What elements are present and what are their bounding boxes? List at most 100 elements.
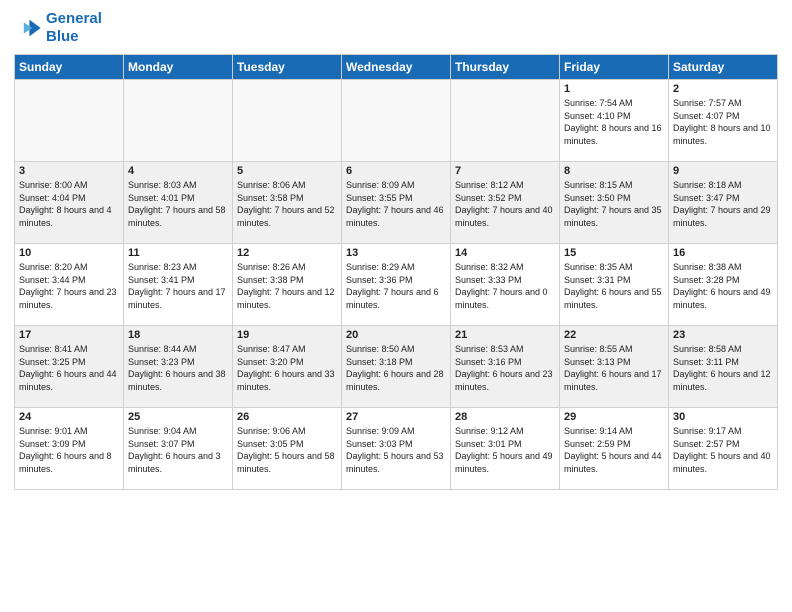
calendar-cell bbox=[124, 80, 233, 162]
day-of-week-header-row: SundayMondayTuesdayWednesdayThursdayFrid… bbox=[15, 55, 778, 80]
day-info: Sunrise: 8:26 AM Sunset: 3:38 PM Dayligh… bbox=[237, 261, 337, 311]
day-info: Sunrise: 8:18 AM Sunset: 3:47 PM Dayligh… bbox=[673, 179, 773, 229]
calendar-cell: 14 Sunrise: 8:32 AM Sunset: 3:33 PM Dayli… bbox=[451, 244, 560, 326]
calendar-week-row: 24 Sunrise: 9:01 AM Sunset: 3:09 PM Dayli… bbox=[15, 408, 778, 490]
day-info: Sunrise: 8:20 AM Sunset: 3:44 PM Dayligh… bbox=[19, 261, 119, 311]
day-info: Sunrise: 8:32 AM Sunset: 3:33 PM Dayligh… bbox=[455, 261, 555, 311]
day-info: Sunrise: 8:06 AM Sunset: 3:58 PM Dayligh… bbox=[237, 179, 337, 229]
day-info: Sunrise: 8:55 AM Sunset: 3:13 PM Dayligh… bbox=[564, 343, 664, 393]
day-info: Sunrise: 8:38 AM Sunset: 3:28 PM Dayligh… bbox=[673, 261, 773, 311]
day-info: Sunrise: 8:58 AM Sunset: 3:11 PM Dayligh… bbox=[673, 343, 773, 393]
day-number: 16 bbox=[673, 247, 773, 259]
day-info: Sunrise: 7:57 AM Sunset: 4:07 PM Dayligh… bbox=[673, 97, 773, 147]
day-number: 14 bbox=[455, 247, 555, 259]
calendar-cell: 7 Sunrise: 8:12 AM Sunset: 3:52 PM Daylig… bbox=[451, 162, 560, 244]
day-number: 10 bbox=[19, 247, 119, 259]
logo-text: General Blue bbox=[46, 10, 102, 46]
day-number: 25 bbox=[128, 411, 228, 423]
day-number: 21 bbox=[455, 329, 555, 341]
calendar-cell: 16 Sunrise: 8:38 AM Sunset: 3:28 PM Dayli… bbox=[669, 244, 778, 326]
day-info: Sunrise: 9:14 AM Sunset: 2:59 PM Dayligh… bbox=[564, 425, 664, 475]
day-info: Sunrise: 8:50 AM Sunset: 3:18 PM Dayligh… bbox=[346, 343, 446, 393]
day-of-week-thursday: Thursday bbox=[451, 55, 560, 80]
day-info: Sunrise: 9:06 AM Sunset: 3:05 PM Dayligh… bbox=[237, 425, 337, 475]
day-number: 23 bbox=[673, 329, 773, 341]
day-info: Sunrise: 9:04 AM Sunset: 3:07 PM Dayligh… bbox=[128, 425, 228, 475]
day-number: 5 bbox=[237, 165, 337, 177]
calendar-cell: 13 Sunrise: 8:29 AM Sunset: 3:36 PM Dayli… bbox=[342, 244, 451, 326]
day-number: 26 bbox=[237, 411, 337, 423]
day-number: 28 bbox=[455, 411, 555, 423]
day-of-week-wednesday: Wednesday bbox=[342, 55, 451, 80]
day-number: 6 bbox=[346, 165, 446, 177]
calendar-week-row: 1 Sunrise: 7:54 AM Sunset: 4:10 PM Daylig… bbox=[15, 80, 778, 162]
calendar-cell: 5 Sunrise: 8:06 AM Sunset: 3:58 PM Daylig… bbox=[233, 162, 342, 244]
day-number: 27 bbox=[346, 411, 446, 423]
calendar-cell: 12Sunrise: 8:26 AM Sunset: 3:38 PM Dayli… bbox=[233, 244, 342, 326]
day-info: Sunrise: 8:03 AM Sunset: 4:01 PM Dayligh… bbox=[128, 179, 228, 229]
calendar-cell: 10 Sunrise: 8:20 AM Sunset: 3:44 PM Dayli… bbox=[15, 244, 124, 326]
day-info: Sunrise: 8:00 AM Sunset: 4:04 PM Dayligh… bbox=[19, 179, 119, 229]
day-number: 8 bbox=[564, 165, 664, 177]
calendar-cell bbox=[342, 80, 451, 162]
calendar-cell: 22 Sunrise: 8:55 AM Sunset: 3:13 PM Dayli… bbox=[560, 326, 669, 408]
logo: General Blue bbox=[14, 10, 102, 46]
calendar-cell: 9 Sunrise: 8:18 AM Sunset: 3:47 PM Daylig… bbox=[669, 162, 778, 244]
day-info: Sunrise: 8:35 AM Sunset: 3:31 PM Dayligh… bbox=[564, 261, 664, 311]
calendar-cell: 28 Sunrise: 9:12 AM Sunset: 3:01 PM Dayli… bbox=[451, 408, 560, 490]
day-number: 3 bbox=[19, 165, 119, 177]
calendar-cell: 30 Sunrise: 9:17 AM Sunset: 2:57 PM Dayli… bbox=[669, 408, 778, 490]
day-info: Sunrise: 7:54 AM Sunset: 4:10 PM Dayligh… bbox=[564, 97, 664, 147]
calendar-body: 1 Sunrise: 7:54 AM Sunset: 4:10 PM Daylig… bbox=[15, 80, 778, 490]
day-number: 13 bbox=[346, 247, 446, 259]
day-number: 20 bbox=[346, 329, 446, 341]
day-info: Sunrise: 9:12 AM Sunset: 3:01 PM Dayligh… bbox=[455, 425, 555, 475]
calendar-cell: 17 Sunrise: 8:41 AM Sunset: 3:25 PM Dayli… bbox=[15, 326, 124, 408]
calendar-cell: 26 Sunrise: 9:06 AM Sunset: 3:05 PM Dayli… bbox=[233, 408, 342, 490]
day-number: 17 bbox=[19, 329, 119, 341]
calendar-cell: 23 Sunrise: 8:58 AM Sunset: 3:11 PM Dayli… bbox=[669, 326, 778, 408]
day-number: 19 bbox=[237, 329, 337, 341]
calendar-cell: 24 Sunrise: 9:01 AM Sunset: 3:09 PM Dayli… bbox=[15, 408, 124, 490]
day-info: Sunrise: 8:29 AM Sunset: 3:36 PM Dayligh… bbox=[346, 261, 446, 311]
calendar-cell: 20 Sunrise: 8:50 AM Sunset: 3:18 PM Dayli… bbox=[342, 326, 451, 408]
day-number: 30 bbox=[673, 411, 773, 423]
calendar-cell bbox=[451, 80, 560, 162]
day-info: Sunrise: 8:09 AM Sunset: 3:55 PM Dayligh… bbox=[346, 179, 446, 229]
calendar-cell: 25 Sunrise: 9:04 AM Sunset: 3:07 PM Dayli… bbox=[124, 408, 233, 490]
calendar-cell: 2 Sunrise: 7:57 AM Sunset: 4:07 PM Daylig… bbox=[669, 80, 778, 162]
day-number: 22 bbox=[564, 329, 664, 341]
day-number: 4 bbox=[128, 165, 228, 177]
calendar-cell bbox=[233, 80, 342, 162]
day-number: 24 bbox=[19, 411, 119, 423]
day-of-week-friday: Friday bbox=[560, 55, 669, 80]
calendar-cell: 19 Sunrise: 8:47 AM Sunset: 3:20 PM Dayli… bbox=[233, 326, 342, 408]
calendar-cell: 21 Sunrise: 8:53 AM Sunset: 3:16 PM Dayli… bbox=[451, 326, 560, 408]
calendar-cell: 27Sunrise: 9:09 AM Sunset: 3:03 PM Dayli… bbox=[342, 408, 451, 490]
day-number: 9 bbox=[673, 165, 773, 177]
day-number: 15 bbox=[564, 247, 664, 259]
day-number: 2 bbox=[673, 83, 773, 95]
calendar-cell: 8Sunrise: 8:15 AM Sunset: 3:50 PM Daylig… bbox=[560, 162, 669, 244]
calendar-week-row: 3 Sunrise: 8:00 AM Sunset: 4:04 PM Daylig… bbox=[15, 162, 778, 244]
calendar-cell: 1 Sunrise: 7:54 AM Sunset: 4:10 PM Daylig… bbox=[560, 80, 669, 162]
day-info: Sunrise: 9:01 AM Sunset: 3:09 PM Dayligh… bbox=[19, 425, 119, 475]
day-of-week-sunday: Sunday bbox=[15, 55, 124, 80]
page-header: General Blue bbox=[14, 10, 778, 46]
calendar-cell: 3 Sunrise: 8:00 AM Sunset: 4:04 PM Daylig… bbox=[15, 162, 124, 244]
day-info: Sunrise: 8:47 AM Sunset: 3:20 PM Dayligh… bbox=[237, 343, 337, 393]
calendar-cell: 29 Sunrise: 9:14 AM Sunset: 2:59 PM Dayli… bbox=[560, 408, 669, 490]
day-number: 1 bbox=[564, 83, 664, 95]
day-number: 29 bbox=[564, 411, 664, 423]
calendar-cell: 6 Sunrise: 8:09 AM Sunset: 3:55 PM Daylig… bbox=[342, 162, 451, 244]
day-info: Sunrise: 8:53 AM Sunset: 3:16 PM Dayligh… bbox=[455, 343, 555, 393]
day-info: Sunrise: 9:17 AM Sunset: 2:57 PM Dayligh… bbox=[673, 425, 773, 475]
day-info: Sunrise: 8:23 AM Sunset: 3:41 PM Dayligh… bbox=[128, 261, 228, 311]
logo-icon bbox=[14, 14, 42, 42]
day-info: Sunrise: 8:12 AM Sunset: 3:52 PM Dayligh… bbox=[455, 179, 555, 229]
day-of-week-saturday: Saturday bbox=[669, 55, 778, 80]
day-number: 7 bbox=[455, 165, 555, 177]
calendar-cell: 15 Sunrise: 8:35 AM Sunset: 3:31 PM Dayli… bbox=[560, 244, 669, 326]
calendar-cell: 4 Sunrise: 8:03 AM Sunset: 4:01 PM Daylig… bbox=[124, 162, 233, 244]
day-info: Sunrise: 8:41 AM Sunset: 3:25 PM Dayligh… bbox=[19, 343, 119, 393]
